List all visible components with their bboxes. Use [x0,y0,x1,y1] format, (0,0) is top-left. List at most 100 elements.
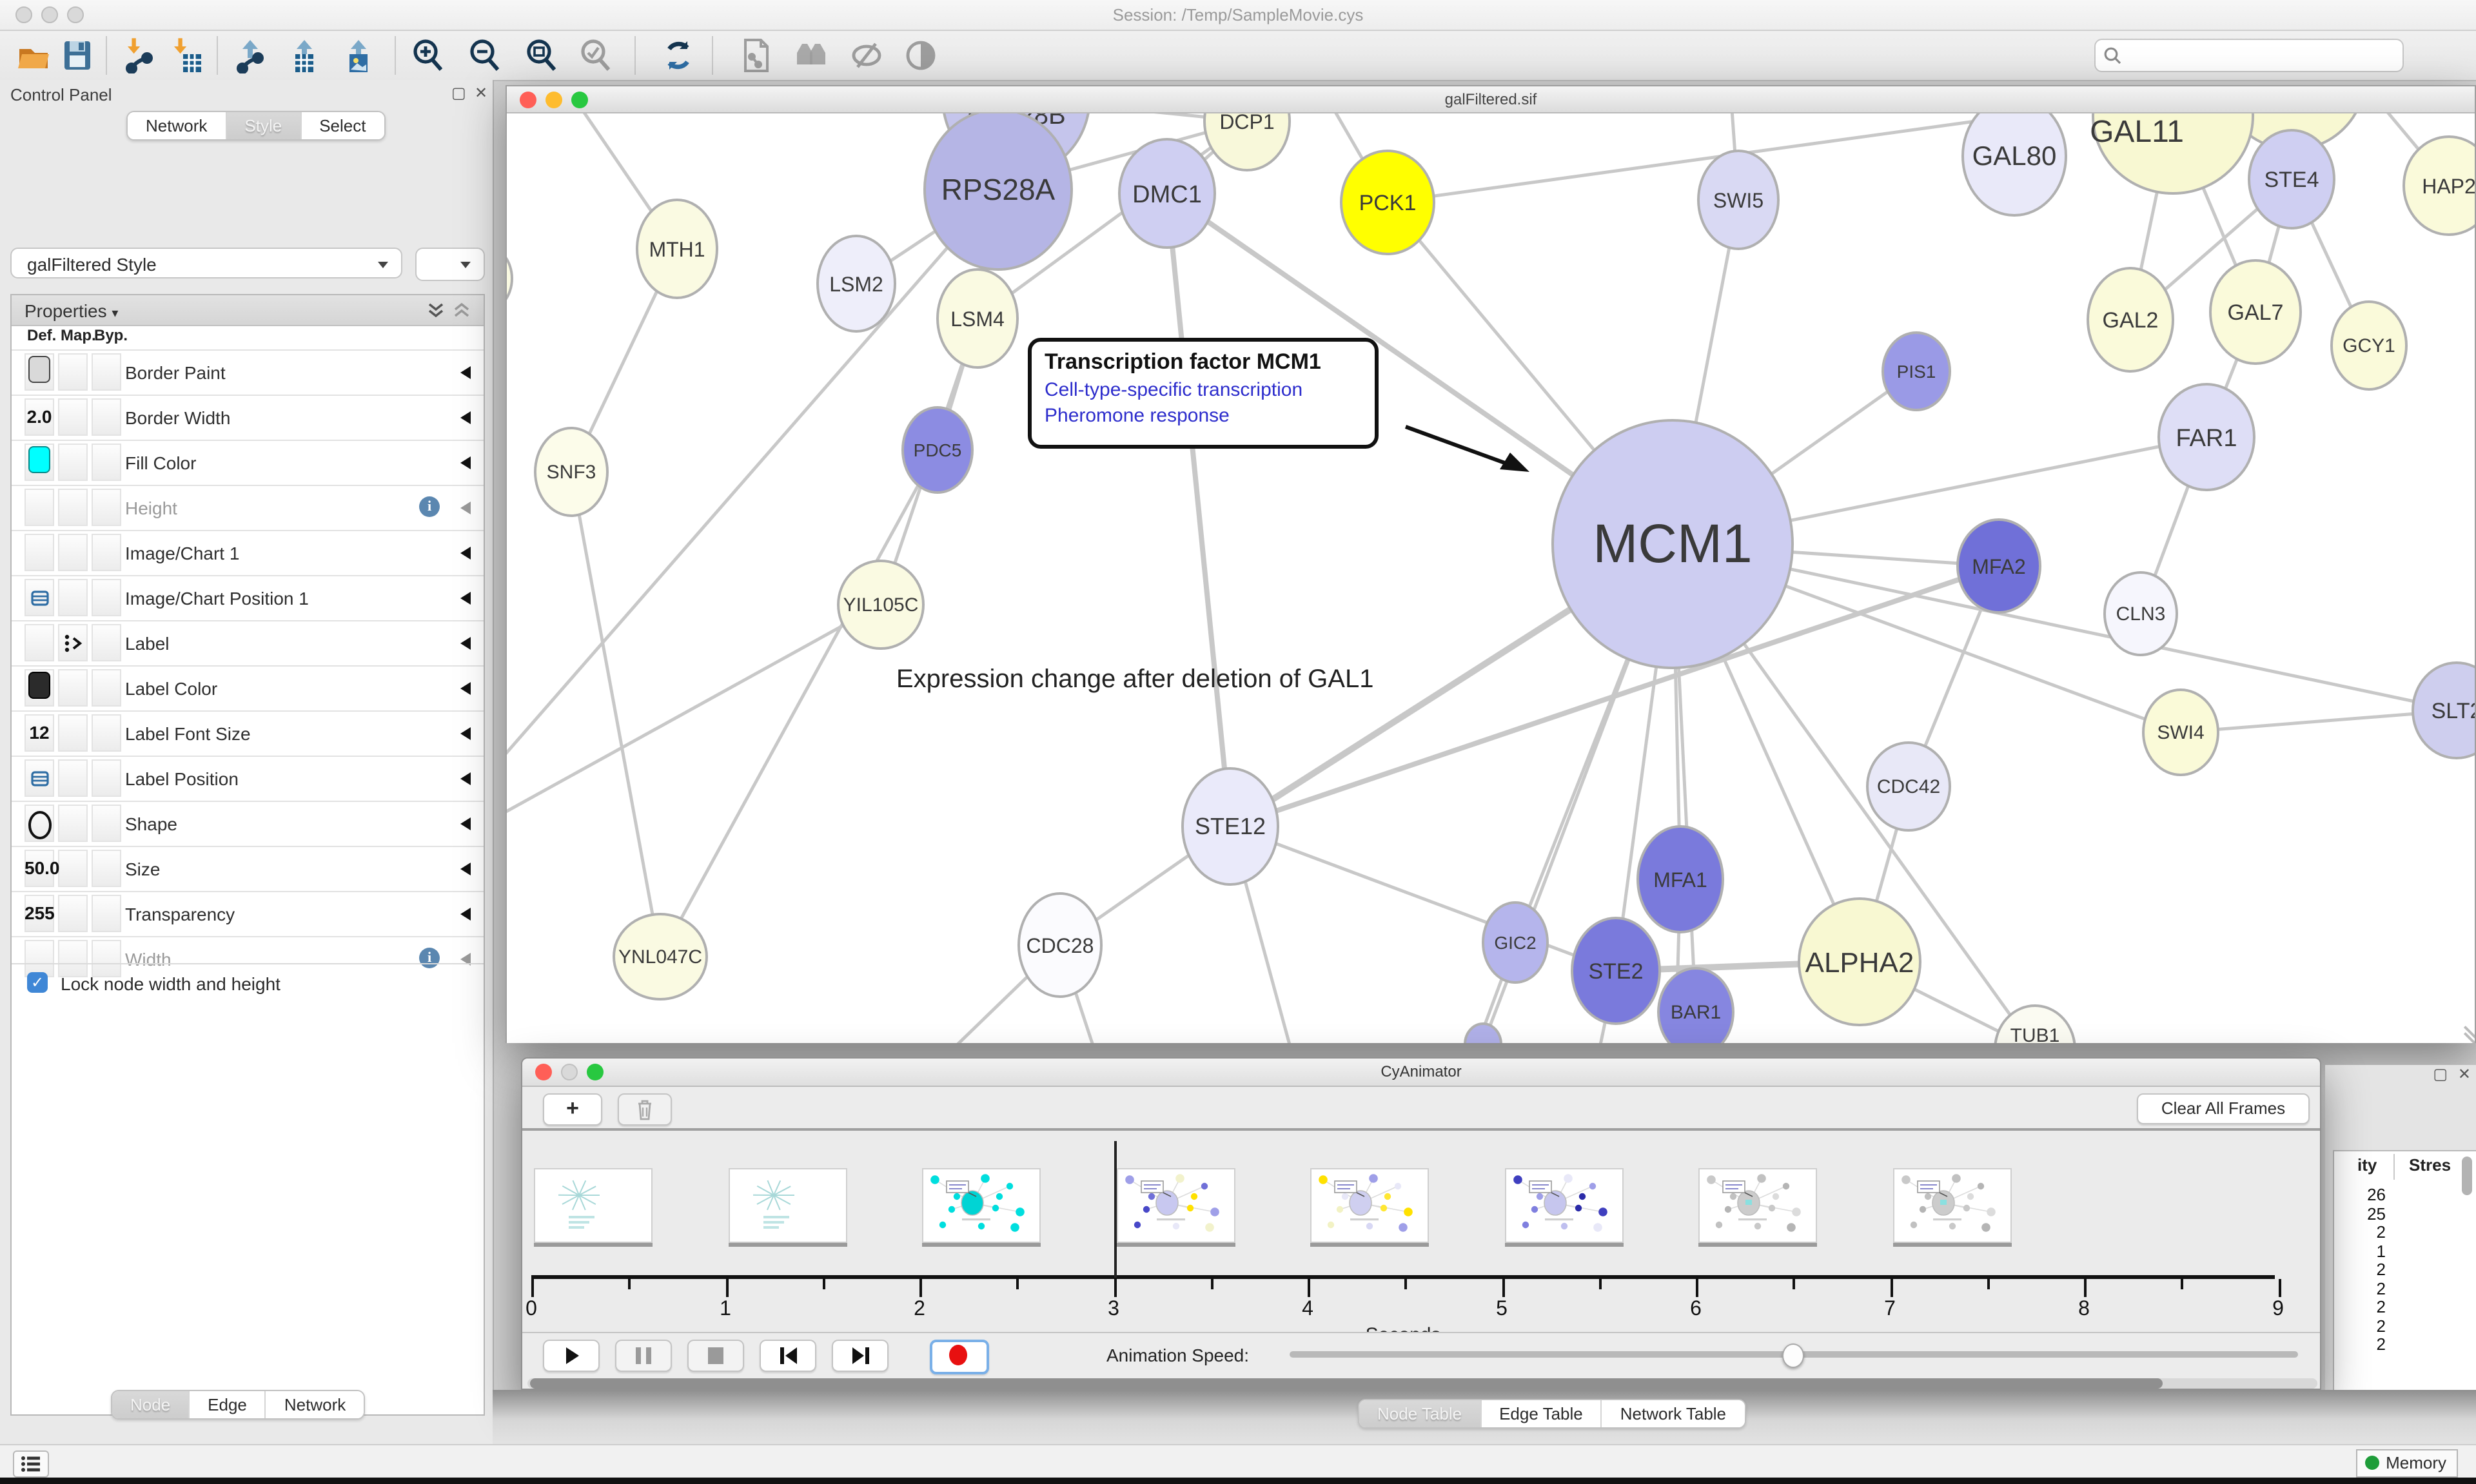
style-select[interactable]: galFiltered Style [10,248,402,278]
default-value[interactable]: 12 [25,712,54,754]
network-edge[interactable] [507,605,881,829]
collapse-arrow-icon[interactable] [460,727,471,740]
frame-thumbnail-3[interactable] [1116,1168,1235,1243]
property-row-image-chart-position-1[interactable]: Image/Chart Position 1 [12,575,484,620]
property-cell[interactable] [92,489,121,526]
close-window-button[interactable] [535,1064,552,1080]
collapse-arrow-icon[interactable] [460,547,471,560]
import-table-icon[interactable] [168,37,204,73]
annotation-link-2[interactable]: Pheromone response [1045,405,1362,427]
color-swatch[interactable] [28,672,50,699]
tab-style[interactable]: Style [226,112,301,139]
property-cell[interactable] [92,805,121,842]
open-session-icon[interactable] [15,37,52,73]
export-image-icon[interactable] [340,37,377,73]
timeline[interactable]: 0123456789Seconds [522,1131,2320,1332]
property-cell[interactable] [92,850,121,887]
frame-thumbnail-7[interactable] [1892,1168,2011,1243]
minimize-window-button[interactable] [545,92,562,108]
show-detail-icon[interactable] [903,37,939,73]
property-cell[interactable] [58,669,88,707]
tab-node-table[interactable]: Node Table [1359,1400,1481,1427]
table-cell-stress[interactable]: 2 [2334,1260,2386,1278]
style-tab-node[interactable]: Node [112,1391,190,1418]
animation-speed-slider[interactable] [1290,1351,2298,1358]
property-row-label-color[interactable]: Label Color [12,665,484,710]
property-cell[interactable] [58,850,88,887]
property-cell[interactable] [92,579,121,616]
property-row-label-position[interactable]: Label Position [12,756,484,801]
property-cell[interactable] [92,444,121,481]
table-cell-stress[interactable]: 2 [2334,1222,2386,1241]
play-button[interactable] [543,1340,600,1372]
property-cell[interactable] [58,534,88,571]
style-tab-network[interactable]: Network [266,1391,364,1418]
collapse-arrow-icon[interactable] [460,366,471,379]
cyanimator-titlebar[interactable]: CyAnimator [522,1059,2320,1087]
collapse-arrow-icon[interactable] [460,817,471,830]
import-network-icon[interactable] [121,37,157,73]
default-value[interactable]: 50.0 [25,847,54,890]
default-value[interactable]: 2.0 [25,396,54,438]
delete-frame-button[interactable] [618,1093,672,1126]
property-cell[interactable] [92,759,121,797]
zoom-window-button[interactable] [67,6,84,23]
property-cell[interactable] [58,489,88,526]
collapse-arrow-icon[interactable] [460,456,471,469]
property-cell[interactable] [92,624,121,661]
tab-edge-table[interactable]: Edge Table [1481,1400,1602,1427]
collapse-arrow-icon[interactable] [460,411,471,424]
tab-select[interactable]: Select [301,112,384,139]
property-row-fill-color[interactable]: Fill Color [12,440,484,485]
property-cell[interactable] [58,444,88,481]
property-cell[interactable] [25,534,54,571]
property-cell[interactable] [25,624,54,661]
skip-to-end-button[interactable] [832,1340,889,1372]
search-input[interactable] [2094,39,2404,72]
table-cell-stress[interactable]: 2 [2334,1278,2386,1297]
property-cell[interactable] [58,398,88,436]
lock-size-checkbox[interactable]: ✓ [27,972,48,993]
property-cell[interactable] [92,895,121,932]
property-cell[interactable] [58,805,88,842]
zoom-in-icon[interactable] [410,37,446,73]
task-history-button[interactable] [13,1450,49,1478]
export-network-icon[interactable] [232,37,268,73]
tab-network[interactable]: Network [128,112,226,139]
save-session-icon[interactable] [59,37,95,73]
property-cell[interactable] [58,895,88,932]
property-cell[interactable] [92,398,121,436]
collapse-arrow-icon[interactable] [460,863,471,875]
refresh-layout-icon[interactable] [660,37,696,73]
float-panel-icon[interactable]: ▢ [451,84,466,102]
document-network-icon[interactable] [738,37,774,73]
frame-thumbnail-4[interactable] [1310,1168,1429,1243]
property-cell[interactable] [58,353,88,391]
add-frame-button[interactable]: + [543,1093,602,1126]
property-row-size[interactable]: 50.0Size [12,846,484,891]
network-canvas[interactable]: RPS28BRPS28ADMC1DCP1PCK1MTH1LSM2LSM4SNF3… [507,113,2475,1043]
table-cell-stress[interactable]: 2 [2334,1334,2386,1353]
column-header-stress[interactable]: Stres [2409,1151,2451,1180]
color-swatch[interactable] [28,446,50,473]
frame-thumbnail-6[interactable] [1698,1168,1817,1243]
table-scrollbar[interactable] [2462,1157,2472,1195]
property-cell[interactable] [58,759,88,797]
network-node-bottom1[interactable] [1465,1024,1501,1043]
property-cell[interactable] [58,714,88,752]
search-binoculars-icon[interactable] [792,37,828,73]
collapse-arrow-icon[interactable] [460,682,471,695]
default-value[interactable]: 255 [25,892,54,935]
property-row-border-width[interactable]: 2.0Border Width [12,395,484,440]
minimize-window-button[interactable] [41,6,58,23]
table-cell-stress[interactable]: 1 [2334,1241,2386,1260]
slider-thumb[interactable] [1782,1343,1804,1368]
mcm1-annotation[interactable]: Transcription factor MCM1 Cell-type-spec… [1028,338,1379,449]
skip-to-start-button[interactable] [760,1340,816,1372]
frame-thumbnail-5[interactable] [1504,1168,1623,1243]
property-cell[interactable] [92,534,121,571]
property-row-label-font-size[interactable]: 12Label Font Size [12,710,484,756]
minimize-window-button[interactable] [561,1064,578,1080]
stop-button[interactable] [687,1340,744,1372]
timeline-scrollbar[interactable] [527,1378,2317,1389]
